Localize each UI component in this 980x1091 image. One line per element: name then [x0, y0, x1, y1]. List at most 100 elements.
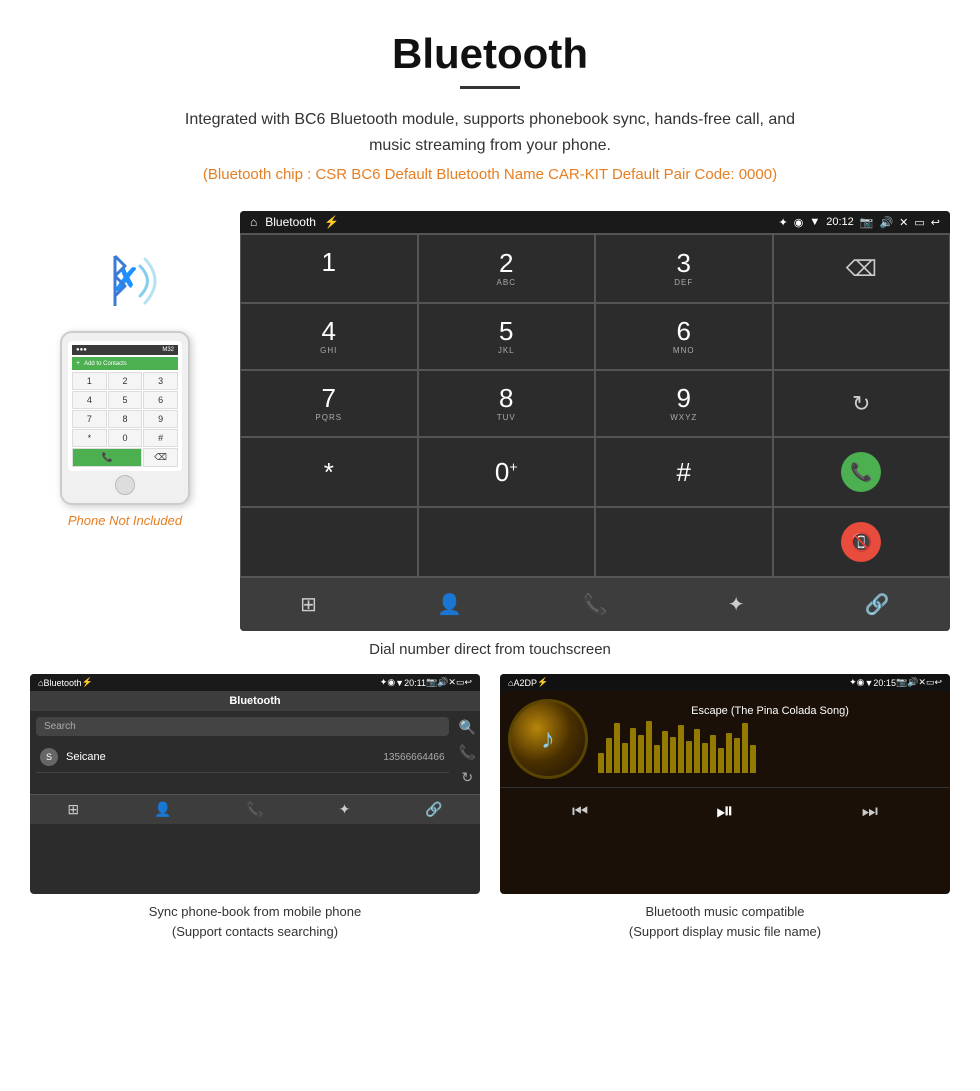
phonebook-caption-text: Sync phone-book from mobile phone(Suppor…	[149, 904, 361, 939]
music-panel: ⌂ A2DP ⚡ ✦ ◉ ▼ 20:15 📷 🔊 ✕ ▭ ↩ ♪	[500, 674, 950, 945]
bluetooth-status-icon: ✦	[779, 216, 788, 229]
dial-key-0[interactable]: 0+	[418, 437, 596, 507]
nav-bluetooth-icon[interactable]: ✦	[720, 588, 753, 621]
phone-illustration: ✗ ●●●M32 +Add to Contacts 1 2	[30, 211, 220, 528]
pb-bt-icon: ✦	[380, 677, 388, 688]
ms-prev-button[interactable]: ⏮	[572, 801, 588, 822]
ms-album-art: ♪	[508, 699, 588, 779]
phonebook-caption: Sync phone-book from mobile phone(Suppor…	[30, 894, 480, 945]
pb-search-bar[interactable]: Search	[36, 717, 449, 736]
phone-key-2[interactable]: 2	[108, 372, 143, 390]
pb-nav-phone-icon[interactable]: 📞	[246, 801, 263, 818]
phone-key-3[interactable]: 3	[143, 372, 178, 390]
dial-key-hash[interactable]: #	[595, 437, 773, 507]
phone-key-6[interactable]: 6	[143, 391, 178, 409]
phone-key-9[interactable]: 9	[143, 410, 178, 428]
ms-app-name: A2DP	[513, 678, 537, 688]
eq-bar	[654, 745, 660, 773]
dial-refresh-button[interactable]: ↻	[773, 370, 951, 437]
dial-grid: 1 2 ABC 3 DEF ⌫ 4 GHI 5 JKL	[240, 233, 950, 577]
eq-bar	[742, 723, 748, 773]
dial-status-bar: ⌂ Bluetooth ⚡ ✦ ◉ ▼ 20:12 📷 🔊 ✕ ▭ ↩	[240, 211, 950, 233]
phone-key-star[interactable]: *	[72, 429, 107, 447]
pb-call-right-icon[interactable]: 📞	[459, 744, 476, 761]
pb-nav-apps-icon[interactable]: ⊞	[67, 801, 79, 818]
back-icon: ↩	[931, 216, 940, 229]
phone-key-extra[interactable]: ⌫	[143, 448, 178, 467]
phone-key-7[interactable]: 7	[72, 410, 107, 428]
phonebook-screen: ⌂ Bluetooth ⚡ ✦ ◉ ▼ 20:11 📷 🔊 ✕ ▭ ↩ Blue…	[30, 674, 480, 894]
pb-usb-icon: ⚡	[81, 677, 92, 688]
dial-key-5[interactable]: 5 JKL	[418, 303, 596, 370]
pb-contact-row: Seicane 13566664466	[66, 751, 445, 763]
pb-contact-number: 13566664466	[383, 752, 444, 763]
dial-key-3[interactable]: 3 DEF	[595, 234, 773, 303]
pb-nav-bt-icon[interactable]: ✦	[339, 801, 351, 818]
eq-bar	[734, 738, 740, 773]
phone-key-5[interactable]: 5	[108, 391, 143, 409]
dial-key-6[interactable]: 6 MNO	[595, 303, 773, 370]
nav-contacts-icon[interactable]: 👤	[429, 588, 470, 621]
music-screen: ⌂ A2DP ⚡ ✦ ◉ ▼ 20:15 📷 🔊 ✕ ▭ ↩ ♪	[500, 674, 950, 894]
close-icon: ✕	[899, 216, 908, 229]
dial-delete-button[interactable]: ⌫	[773, 234, 951, 303]
info-line: (Bluetooth chip : CSR BC6 Default Blueto…	[20, 166, 960, 183]
phonebook-panel: ⌂ Bluetooth ⚡ ✦ ◉ ▼ 20:11 📷 🔊 ✕ ▭ ↩ Blue…	[30, 674, 480, 945]
pb-contact-name: Seicane	[66, 751, 383, 763]
pb-nav-contacts-icon[interactable]: 👤	[154, 801, 171, 818]
eq-bar	[710, 735, 716, 773]
phone-key-1[interactable]: 1	[72, 372, 107, 390]
ms-play-pause-button[interactable]: ⏯	[716, 798, 734, 824]
pb-app-bar: Bluetooth	[30, 691, 480, 711]
phone-home-button[interactable]	[115, 475, 135, 495]
dial-green-call-button[interactable]: 📞	[773, 437, 951, 507]
eq-bar	[726, 733, 732, 773]
eq-bar	[598, 753, 604, 773]
dial-key-7[interactable]: 7 PQRS	[240, 370, 418, 437]
dial-key-9[interactable]: 9 WXYZ	[595, 370, 773, 437]
phone-key-8[interactable]: 8	[108, 410, 143, 428]
pb-search-placeholder: Search	[44, 721, 76, 732]
phone-key-4[interactable]: 4	[72, 391, 107, 409]
dial-key-4[interactable]: 4 GHI	[240, 303, 418, 370]
nav-apps-icon[interactable]: ⊞	[292, 588, 325, 621]
bottom-panels: ⌂ Bluetooth ⚡ ✦ ◉ ▼ 20:11 📷 🔊 ✕ ▭ ↩ Blue…	[0, 674, 980, 945]
dial-key-star[interactable]: *	[240, 437, 418, 507]
dial-red-call-button[interactable]: 📵	[773, 507, 951, 577]
phone-call-button[interactable]: 📞	[72, 448, 142, 467]
window-icon: ▭	[914, 216, 924, 229]
ms-location-icon: ◉	[857, 677, 865, 688]
dial-empty-3	[418, 507, 596, 577]
main-section: ✗ ●●●M32 +Add to Contacts 1 2	[0, 211, 980, 631]
ms-back-icon: ↩	[934, 677, 942, 688]
volume-icon: 🔊	[879, 216, 893, 229]
eq-bar	[670, 737, 676, 773]
pb-main-content: Search S Seicane 13566664466	[30, 711, 455, 794]
nav-link-icon[interactable]: 🔗	[857, 588, 898, 621]
eq-bar	[718, 748, 724, 773]
pb-right-icons: 🔍 📞 ↻	[455, 711, 480, 794]
pb-contact-item[interactable]: S Seicane 13566664466	[36, 742, 449, 773]
phone-key-0[interactable]: 0	[108, 429, 143, 447]
green-call-icon: 📞	[841, 452, 881, 492]
title-section: Bluetooth Integrated with BC6 Bluetooth …	[0, 0, 980, 211]
pb-app-title: Bluetooth	[229, 695, 280, 707]
dial-caption: Dial number direct from touchscreen	[0, 641, 980, 658]
pb-contact-letter: S	[40, 748, 58, 766]
page-title: Bluetooth	[20, 30, 960, 78]
pb-close-icon: ✕	[448, 677, 456, 688]
eq-bar	[662, 731, 668, 773]
dial-key-1[interactable]: 1	[240, 234, 418, 303]
pb-nav-link-icon[interactable]: 🔗	[425, 801, 442, 818]
pb-search-right-icon[interactable]: 🔍	[459, 719, 476, 736]
ms-close-icon: ✕	[918, 677, 926, 688]
phone-key-hash[interactable]: #	[143, 429, 178, 447]
pb-time: 20:11	[404, 678, 426, 688]
pb-refresh-right-icon[interactable]: ↻	[461, 769, 473, 786]
dial-nav-bar: ⊞ 👤 📞 ✦ 🔗	[240, 577, 950, 631]
nav-phone-icon[interactable]: 📞	[575, 588, 616, 621]
dial-key-8[interactable]: 8 TUV	[418, 370, 596, 437]
ms-next-button[interactable]: ⏭	[862, 801, 878, 822]
dial-key-2[interactable]: 2 ABC	[418, 234, 596, 303]
ms-music-note-icon: ♪	[541, 723, 555, 755]
